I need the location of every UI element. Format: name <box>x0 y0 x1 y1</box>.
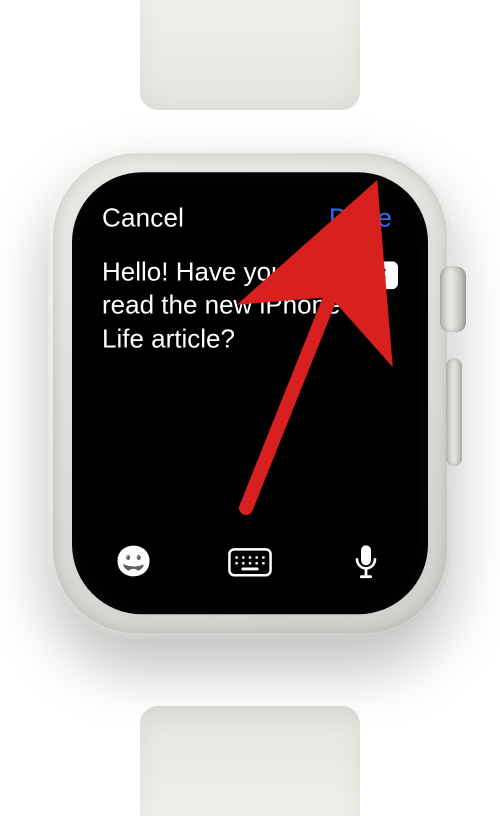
emoji-button[interactable]: 😀 <box>112 542 156 582</box>
watch-band-bottom <box>140 706 360 816</box>
dictation-button[interactable] <box>344 542 388 582</box>
digital-crown[interactable] <box>440 266 466 332</box>
backspace-icon: ✕ <box>374 267 387 283</box>
compose-area: Hello! Have you read the new iPhone Life… <box>102 255 398 536</box>
done-button[interactable]: Done <box>329 202 398 233</box>
cancel-button[interactable]: Cancel <box>102 202 184 233</box>
nav-bar: Cancel Done <box>102 202 398 233</box>
backspace-button[interactable]: ✕ <box>358 261 398 289</box>
message-text[interactable]: Hello! Have you read the new iPhone Life… <box>102 255 344 355</box>
watch-screen: Cancel Done Hello! Have you read the new… <box>72 172 428 614</box>
watch-body: Cancel Done Hello! Have you read the new… <box>48 148 452 638</box>
keyboard-icon <box>228 547 272 577</box>
keyboard-button[interactable] <box>228 542 272 582</box>
side-button[interactable] <box>446 358 462 466</box>
emoji-icon: 😀 <box>115 547 152 577</box>
watch-band-top <box>140 0 360 110</box>
input-toolbar: 😀 <box>102 536 398 590</box>
microphone-icon <box>355 545 377 579</box>
